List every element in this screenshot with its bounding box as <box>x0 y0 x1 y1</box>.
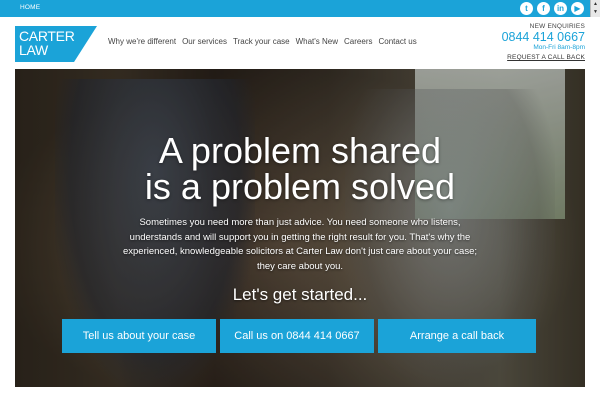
opening-hours: Mon-Fri 8am-8pm <box>533 44 585 51</box>
facebook-icon[interactable]: f <box>537 2 550 15</box>
tell-us-about-case-button[interactable]: Tell us about your case <box>62 319 216 353</box>
hero-title-line-1: A problem shared <box>158 130 442 171</box>
youtube-icon[interactable]: ▶ <box>571 2 584 15</box>
hero-description: Sometimes you need more than just advice… <box>122 217 478 272</box>
hero-cta-heading: Let's get started... <box>232 285 368 304</box>
logo-line-1: CARTER <box>19 28 75 44</box>
arrange-call-back-button[interactable]: Arrange a call back <box>378 319 536 353</box>
nav-whats-new[interactable]: What's New <box>296 37 338 46</box>
top-bar: HOME t f in ▶ ▲ ▼ <box>0 0 600 17</box>
scroll-down-icon[interactable]: ▼ <box>591 8 600 16</box>
hero-button-row: Tell us about your case Call us on 0844 … <box>62 319 536 353</box>
hero-title: A problem shared is a problem solved <box>15 133 585 205</box>
request-callback-link[interactable]: REQUEST A CALL BACK <box>502 54 585 61</box>
home-link[interactable]: HOME <box>20 4 40 11</box>
linkedin-icon[interactable]: in <box>554 2 567 15</box>
nav-our-services[interactable]: Our services <box>182 37 227 46</box>
enquiries-phone[interactable]: 0844 414 0667 <box>502 30 585 44</box>
nav-careers[interactable]: Careers <box>344 37 372 46</box>
hero-title-line-2: is a problem solved <box>144 166 456 207</box>
nav-why-different[interactable]: Why we're different <box>108 37 176 46</box>
logo-line-2: LAW <box>19 42 48 58</box>
enquiries-box: NEW ENQUIRIES 0844 414 0667 Mon-Fri 8am-… <box>502 23 585 61</box>
nav-contact-us[interactable]: Contact us <box>378 37 416 46</box>
main-nav: Why we're different Our services Track y… <box>108 37 417 46</box>
twitter-icon[interactable]: t <box>520 2 533 15</box>
scrollbar[interactable]: ▲ ▼ <box>590 0 600 17</box>
carter-law-logo[interactable]: CARTER LAW <box>15 26 97 62</box>
call-us-button[interactable]: Call us on 0844 414 0667 <box>220 319 374 353</box>
hero-banner: A problem shared is a problem solved Som… <box>15 69 585 387</box>
social-links: t f in ▶ <box>520 2 584 15</box>
site-header: CARTER LAW Why we're different Our servi… <box>0 17 600 69</box>
enquiries-label: NEW ENQUIRIES <box>529 23 585 30</box>
scroll-up-icon[interactable]: ▲ <box>591 0 600 8</box>
nav-track-case[interactable]: Track your case <box>233 37 290 46</box>
